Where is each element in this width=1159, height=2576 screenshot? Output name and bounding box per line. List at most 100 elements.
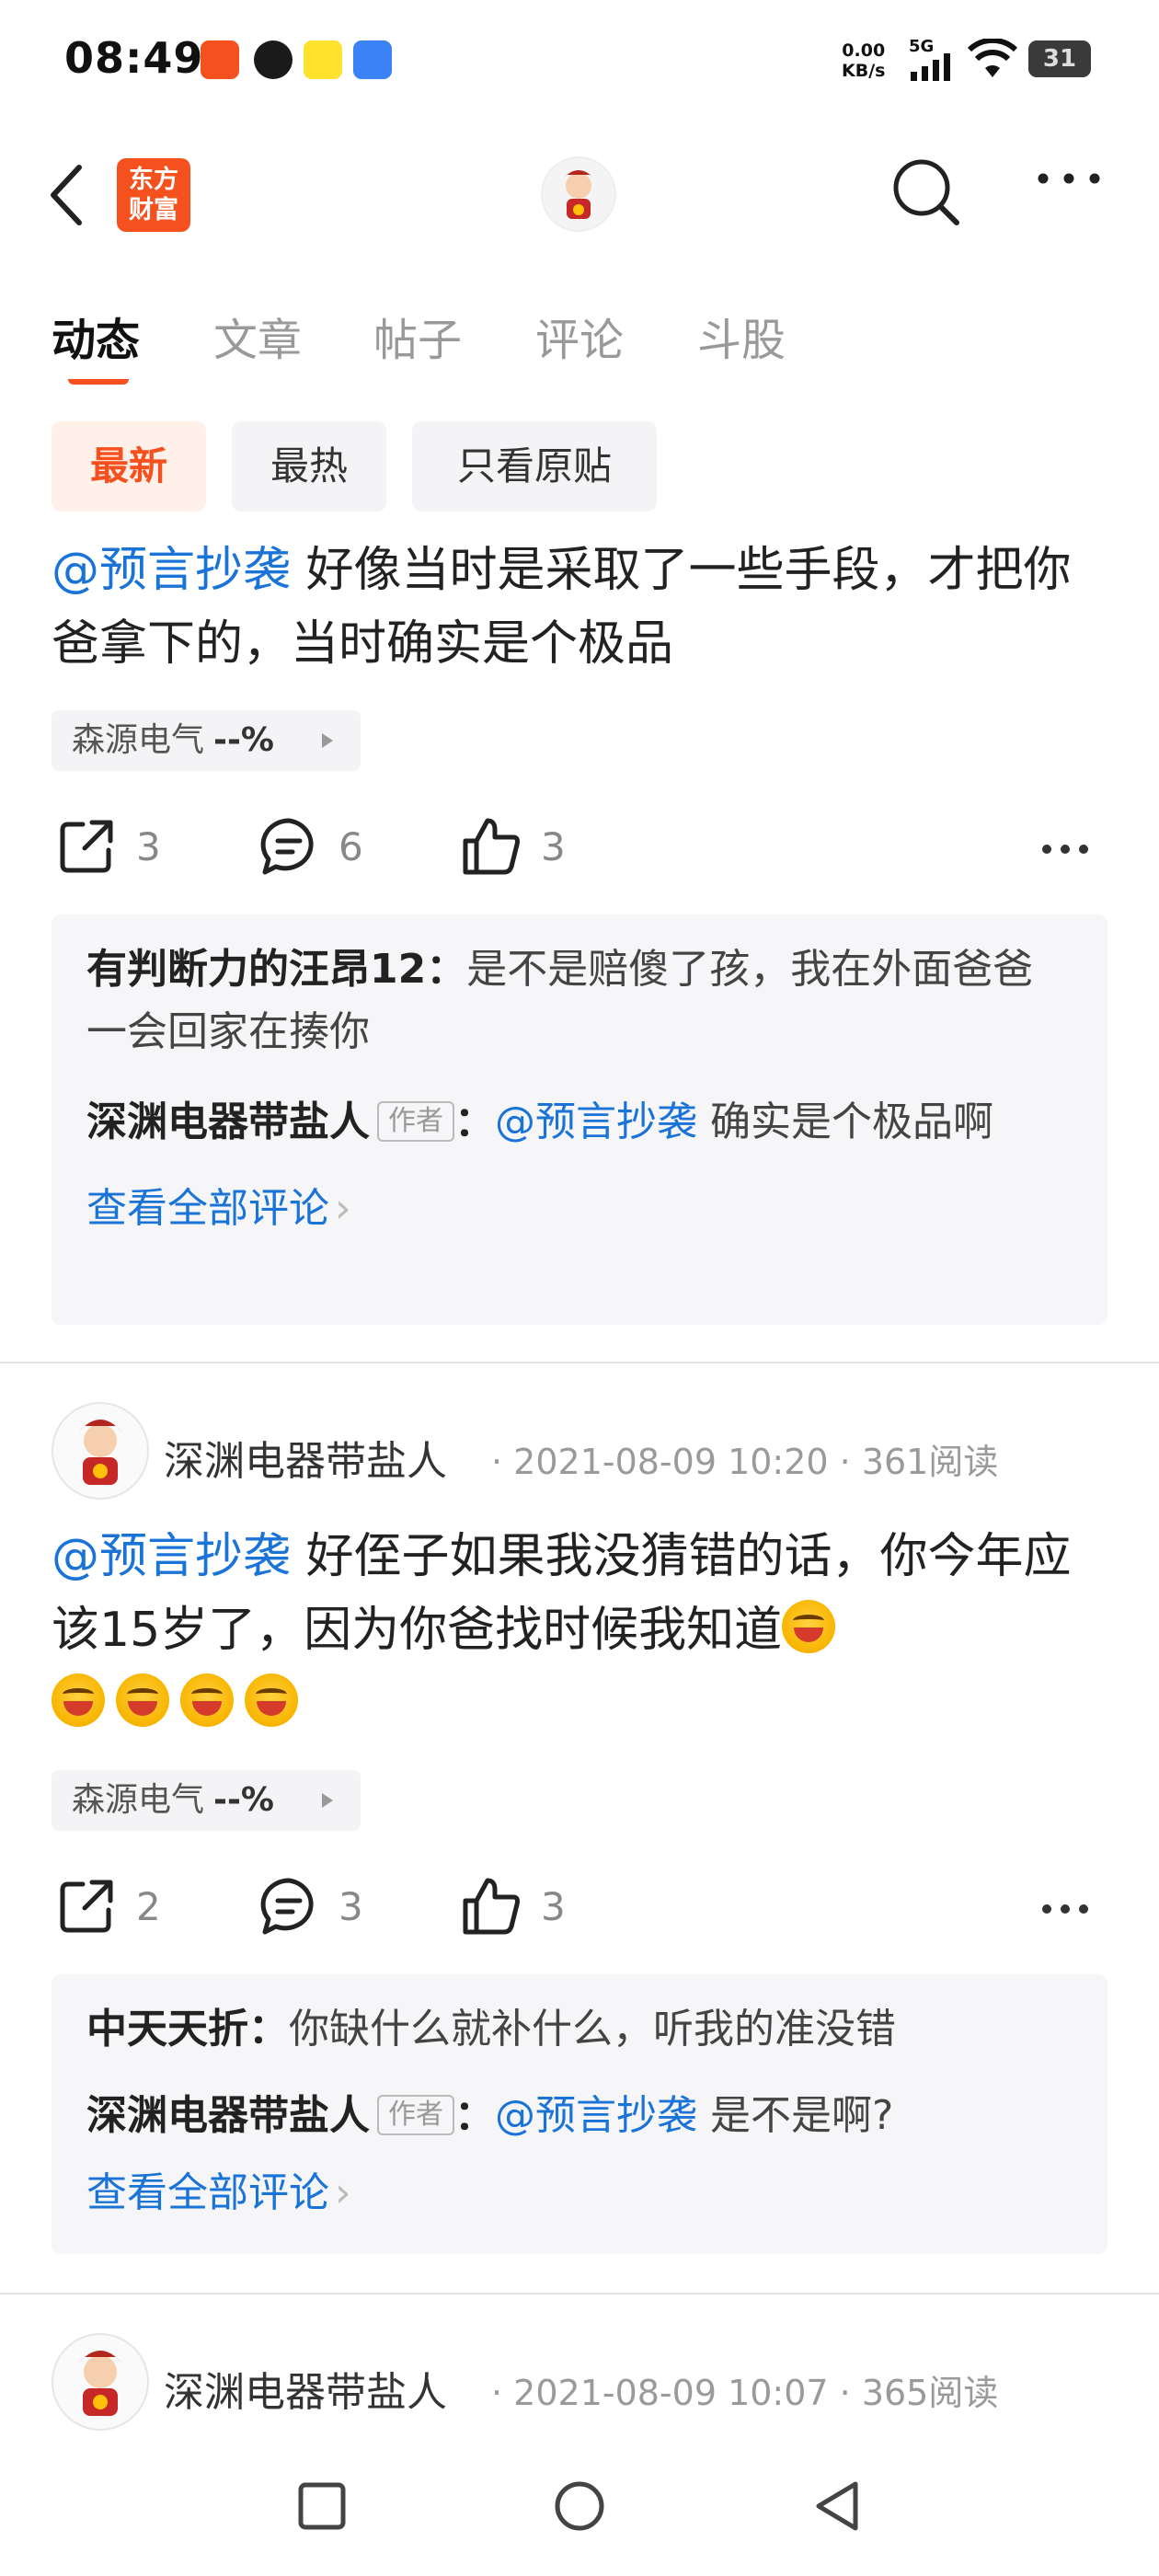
post-more-icon[interactable] bbox=[1041, 843, 1089, 856]
post-actions: 3 6 3 bbox=[0, 810, 1159, 883]
commenter-name[interactable]: 中天天折： bbox=[86, 2006, 289, 2053]
network-speed-value: 0.00 bbox=[842, 40, 886, 61]
home-icon[interactable] bbox=[552, 2478, 607, 2534]
post-header: 深渊电器带盐人 · 2021-08-09 10:07 · 365阅读 bbox=[52, 2333, 1119, 2434]
stock-change: --% bbox=[213, 721, 274, 759]
view-all-label: 查看全部评论 bbox=[86, 2169, 329, 2216]
like-count: 3 bbox=[541, 1883, 566, 1929]
share-button[interactable]: 3 bbox=[55, 810, 161, 883]
wifi-icon bbox=[968, 39, 1017, 77]
author-avatar[interactable] bbox=[52, 1402, 149, 1500]
back-arrow-icon[interactable] bbox=[48, 164, 85, 226]
tab-articles[interactable]: 文章 bbox=[213, 304, 302, 368]
view-all-label: 查看全部评论 bbox=[86, 1185, 329, 1232]
filter-original-only[interactable]: 只看原贴 bbox=[412, 421, 657, 512]
commenter-name[interactable]: 有判断力的汪昂12： bbox=[86, 946, 466, 993]
stock-name: 森源电气 bbox=[72, 1781, 205, 1819]
tab-dynamic[interactable]: 动态 bbox=[52, 304, 140, 368]
view-all-comments-link[interactable]: 查看全部评论 › bbox=[86, 1181, 1073, 1236]
clock: 08:49 bbox=[64, 33, 204, 83]
filter-latest[interactable]: 最新 bbox=[52, 421, 206, 512]
post-body[interactable]: @预言抄袭 好侄子如果我没猜错的话，你今年应该15岁了，因为你爸找时候我知道 bbox=[52, 1520, 1119, 1741]
post-meta: · 2021-08-09 10:07 · 365阅读 bbox=[491, 2373, 999, 2413]
comment-preview: 中天天折：你缺什么就补什么，听我的准没错 深渊电器带盐人 作者 ：@预言抄袭 是不是… bbox=[52, 1974, 1107, 2254]
post-divider bbox=[0, 1362, 1159, 1363]
comment-item[interactable]: 深渊电器带盐人 作者 ：@预言抄袭 是不是啊? bbox=[86, 2085, 1073, 2147]
laughing-emoji-icon bbox=[180, 1673, 234, 1727]
top-nav: 东方 财富 bbox=[0, 147, 1159, 239]
mention-link[interactable]: @预言抄袭 bbox=[52, 1529, 291, 1584]
laughing-emoji-icon bbox=[52, 1673, 105, 1727]
like-button[interactable]: 3 bbox=[460, 1869, 566, 1943]
recent-apps-icon[interactable] bbox=[296, 2480, 348, 2532]
like-button[interactable]: 3 bbox=[460, 810, 566, 883]
comment-count: 6 bbox=[339, 823, 363, 869]
tab-stock-battle[interactable]: 斗股 bbox=[697, 304, 786, 368]
comment-icon bbox=[260, 1878, 314, 1935]
comment-item[interactable]: 有判断力的汪昂12：是不是赔傻了孩，我在外面爸爸一会回家在揍你 bbox=[86, 938, 1073, 1064]
comment-count: 3 bbox=[339, 1883, 363, 1929]
system-nav-bar bbox=[0, 2438, 1159, 2576]
stock-change: --% bbox=[213, 1781, 274, 1819]
comment-item[interactable]: 中天天折：你缺什么就补什么，听我的准没错 bbox=[86, 1998, 1073, 2061]
laughing-emoji-icon bbox=[245, 1673, 298, 1727]
author-avatar[interactable] bbox=[52, 2333, 149, 2431]
chevron-right-icon: › bbox=[335, 1185, 351, 1232]
mention-link[interactable]: @预言抄袭 bbox=[495, 2092, 697, 2139]
mention-link[interactable]: @预言抄袭 bbox=[495, 1098, 697, 1145]
network-speed: 0.00 KB/s bbox=[842, 40, 885, 81]
stock-tag[interactable]: 森源电气 --% bbox=[52, 1770, 361, 1831]
author-badge: 作者 bbox=[377, 1101, 454, 1142]
laughing-emoji-icon bbox=[116, 1673, 169, 1727]
share-icon bbox=[60, 1880, 113, 1933]
post-actions: 2 3 3 bbox=[0, 1869, 1159, 1943]
post-more-icon[interactable] bbox=[1041, 1903, 1089, 1915]
content-tabs: 动态 文章 帖子 评论 斗股 bbox=[0, 294, 1159, 386]
comment-item[interactable]: 深渊电器带盐人 作者 ：@预言抄袭 确实是个极品啊 bbox=[86, 1091, 1073, 1154]
tab-posts[interactable]: 帖子 bbox=[373, 304, 462, 368]
like-count: 3 bbox=[541, 823, 566, 869]
comment-preview: 有判断力的汪昂12：是不是赔傻了孩，我在外面爸爸一会回家在揍你 深渊电器带盐人作… bbox=[52, 914, 1107, 1325]
search-icon[interactable] bbox=[890, 156, 964, 230]
comment-colon: ： bbox=[454, 2092, 495, 2139]
active-tab-indicator bbox=[68, 374, 129, 385]
share-icon bbox=[60, 820, 113, 873]
avatar-figure-icon bbox=[79, 2351, 121, 2416]
author-name[interactable]: 深渊电器带盐人 bbox=[164, 1428, 447, 1487]
avatar-figure-icon bbox=[79, 1420, 121, 1485]
signal-icon bbox=[911, 53, 950, 81]
thumbs-up-icon bbox=[463, 818, 520, 875]
notification-app-icon-4 bbox=[353, 40, 392, 79]
avatar-figure-icon bbox=[563, 170, 594, 219]
post-meta: · 2021-08-09 10:20 · 361阅读 bbox=[491, 1442, 999, 1482]
share-count: 3 bbox=[136, 823, 161, 869]
laughing-emoji-icon bbox=[782, 1600, 836, 1653]
notification-app-icon-2 bbox=[254, 40, 293, 79]
thumbs-up-icon bbox=[463, 1878, 520, 1935]
author-name[interactable]: 深渊电器带盐人 bbox=[164, 2359, 447, 2418]
comment-button[interactable]: 3 bbox=[258, 1869, 363, 1943]
filter-hottest[interactable]: 最热 bbox=[232, 421, 386, 512]
share-button[interactable]: 2 bbox=[55, 1869, 161, 1943]
play-triangle-icon bbox=[322, 1793, 333, 1808]
user-avatar[interactable] bbox=[541, 156, 616, 232]
logo-text-bottom: 财富 bbox=[129, 196, 178, 224]
share-count: 2 bbox=[136, 1883, 161, 1929]
tab-comments[interactable]: 评论 bbox=[535, 304, 624, 368]
comment-button[interactable]: 6 bbox=[258, 810, 363, 883]
view-all-comments-link[interactable]: 查看全部评论 › bbox=[86, 2166, 1073, 2221]
comment-text: 是不是啊? bbox=[697, 2092, 894, 2139]
app-logo[interactable]: 东方 财富 bbox=[117, 158, 190, 232]
commenter-name[interactable]: 深渊电器带盐人 bbox=[86, 1098, 370, 1145]
author-badge: 作者 bbox=[377, 2095, 454, 2135]
comment-icon bbox=[260, 818, 314, 875]
comment-colon: ： bbox=[454, 1098, 495, 1145]
more-options-icon[interactable] bbox=[1036, 169, 1102, 188]
mention-link[interactable]: @预言抄袭 bbox=[52, 543, 291, 598]
notification-app-icon-1 bbox=[201, 40, 239, 79]
commenter-name[interactable]: 深渊电器带盐人 bbox=[86, 2092, 370, 2139]
back-triangle-icon[interactable] bbox=[811, 2478, 863, 2534]
post-body[interactable]: @预言抄袭 好像当时是采取了一些手段，才把你爸拿下的，当时确实是个极品 bbox=[52, 534, 1119, 681]
stock-tag[interactable]: 森源电气 --% bbox=[52, 710, 361, 771]
status-bar: 08:49 0.00 KB/s 5G 31 bbox=[0, 0, 1159, 123]
